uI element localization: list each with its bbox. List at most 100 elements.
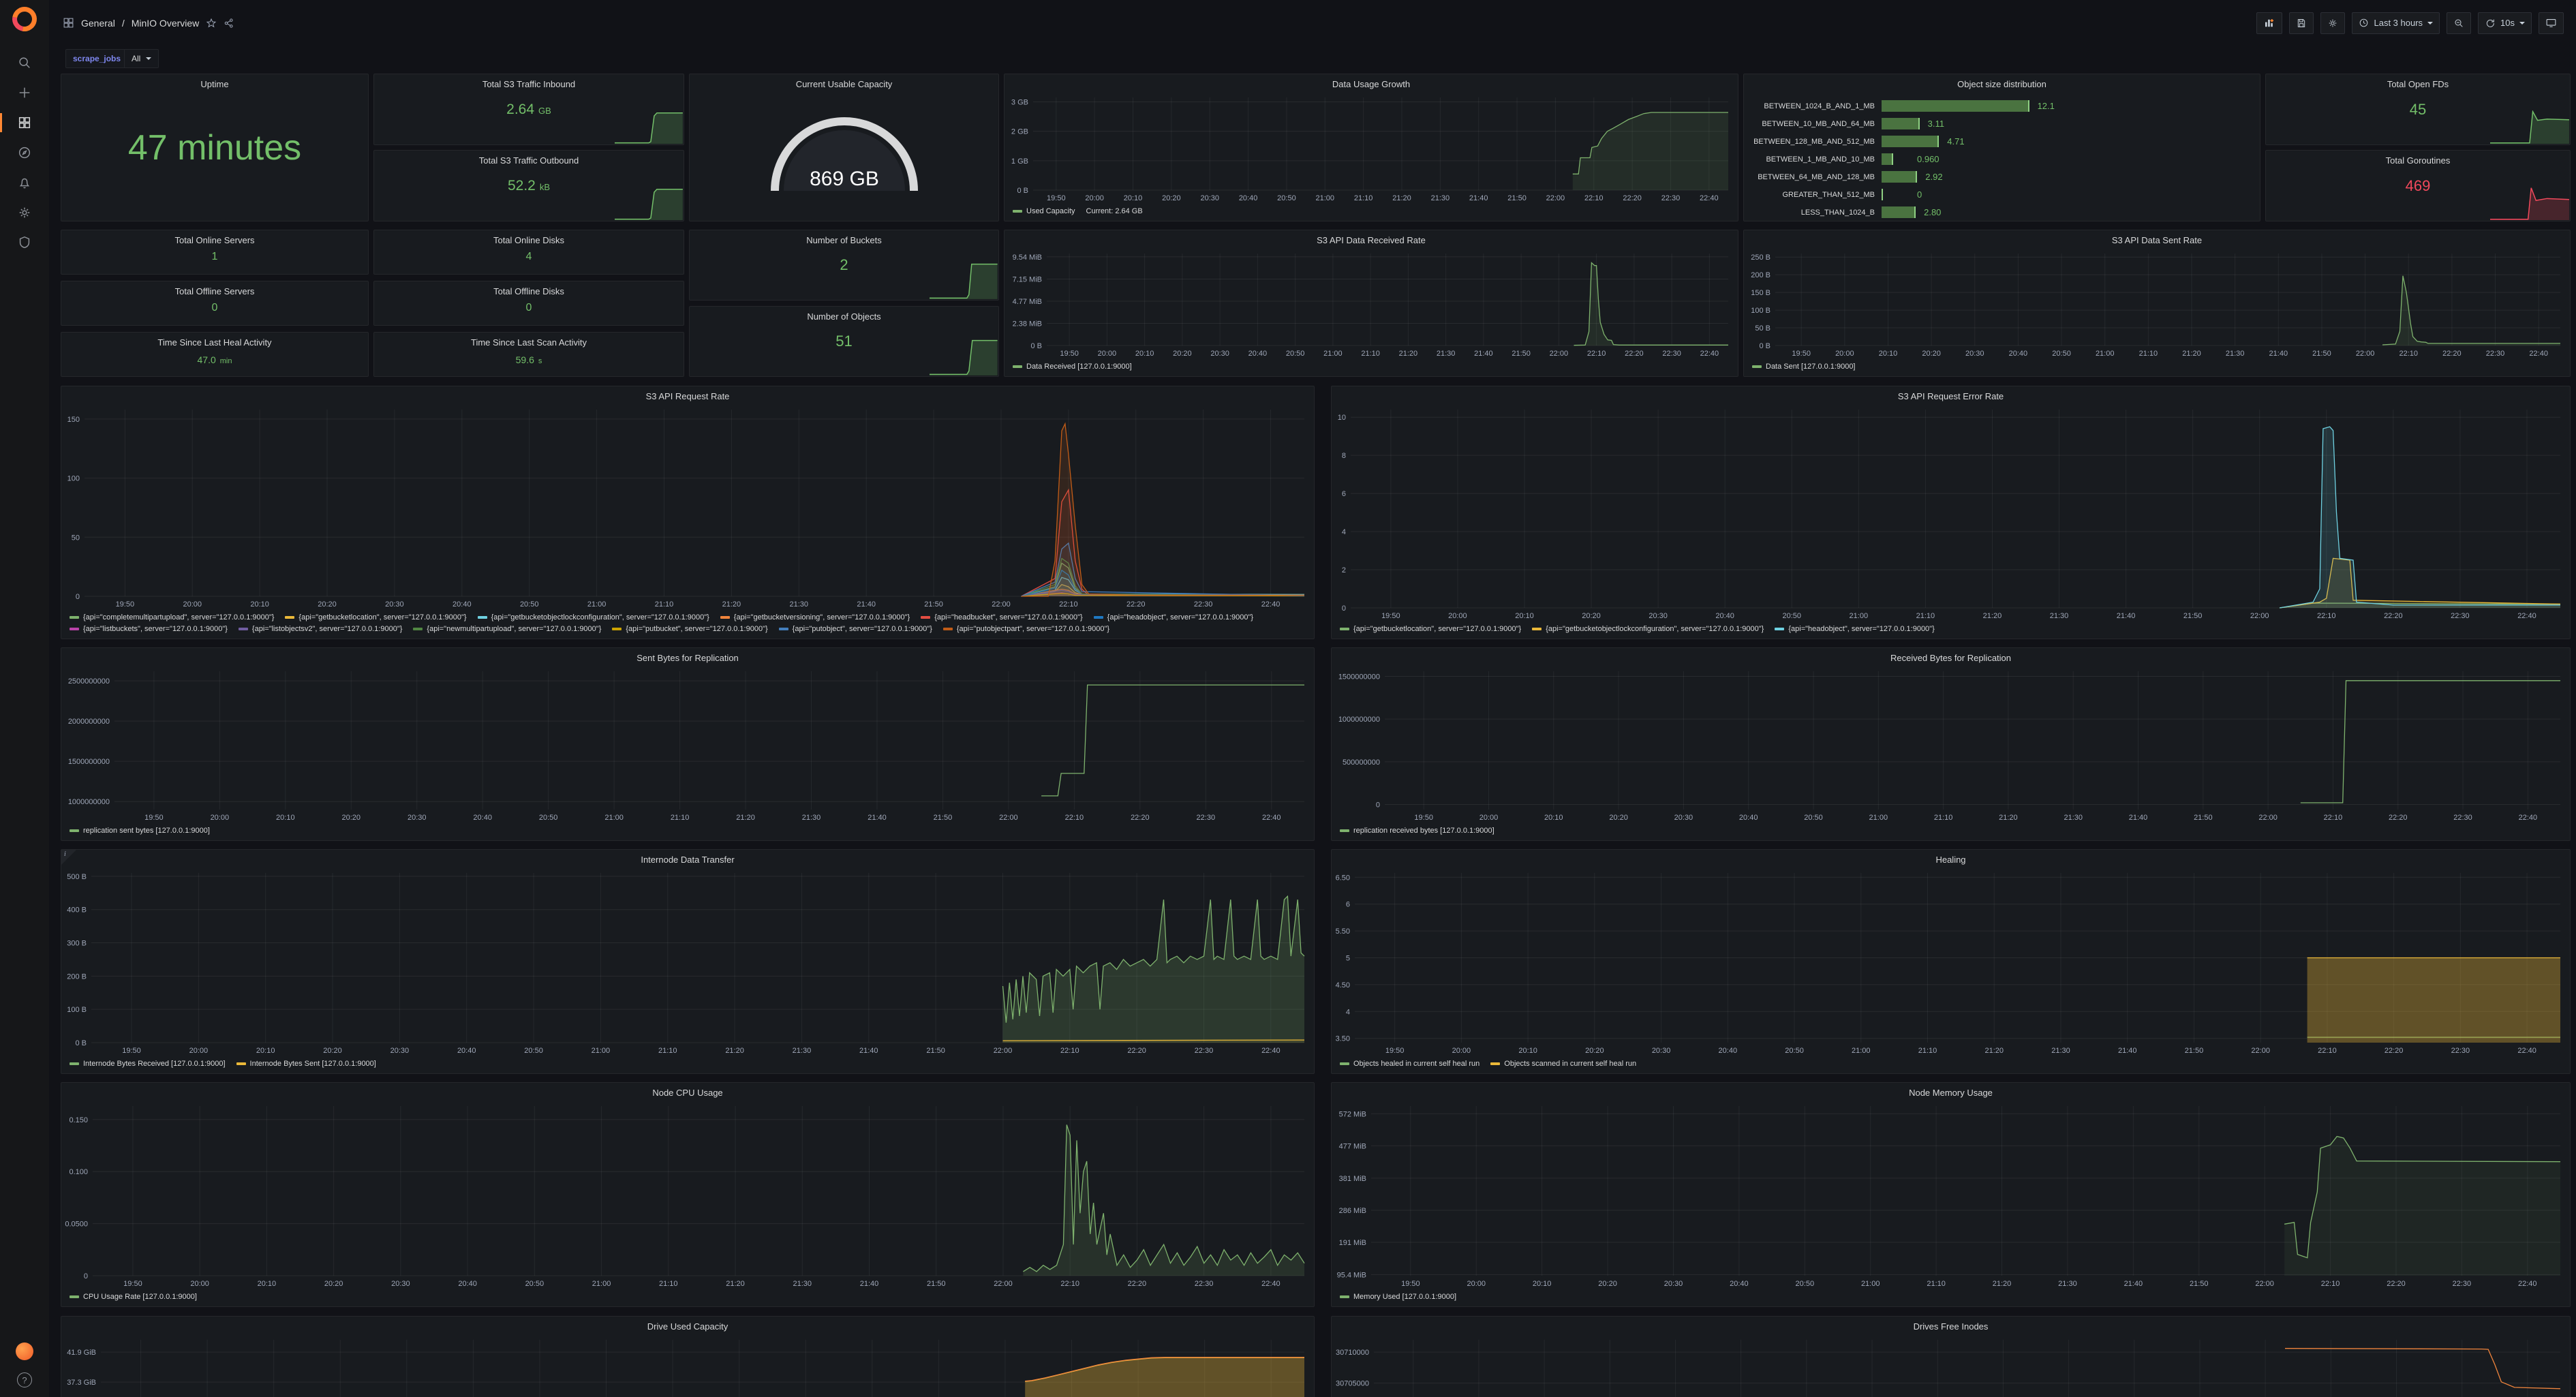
svg-text:22:20: 22:20 (2385, 1047, 2404, 1055)
legend-swatch (70, 1295, 79, 1298)
panel-title[interactable]: Total S3 Traffic Outbound (374, 151, 684, 168)
panel-title[interactable]: Total Offline Disks (374, 281, 684, 299)
panel-title[interactable]: Uptime (61, 74, 368, 92)
panel-title[interactable]: Total Goroutines (2266, 151, 2570, 168)
create-plus-icon[interactable] (0, 85, 49, 101)
panel-title[interactable]: Time Since Last Heal Activity (61, 333, 368, 350)
legend-item[interactable]: CPU Usage Rate [127.0.0.1:9000] (70, 1292, 197, 1302)
panel-title[interactable]: Data Usage Growth (1005, 74, 1738, 92)
legend-item[interactable]: {api="getbucketobjectlockconfiguration",… (1532, 624, 1764, 634)
panel-title[interactable]: S3 API Data Sent Rate (1744, 230, 2570, 248)
svg-text:20:40: 20:40 (1730, 1280, 1749, 1288)
variable-value-dropdown[interactable]: All (124, 49, 159, 68)
legend-item[interactable]: replication sent bytes [127.0.0.1:9000] (70, 826, 210, 835)
refresh-picker[interactable]: 10s (2478, 12, 2532, 34)
help-icon[interactable]: ? (17, 1372, 32, 1387)
svg-text:20:30: 20:30 (408, 814, 427, 822)
sidebar-item-dashboards[interactable] (0, 114, 49, 131)
grafana-logo-icon[interactable] (7, 2, 42, 36)
add-panel-button[interactable] (2256, 12, 2282, 34)
panel-title[interactable]: Healing (1332, 850, 2570, 868)
legend-item[interactable]: replication received bytes [127.0.0.1:90… (1340, 826, 1494, 835)
legend-item[interactable]: {api="headobject", server="127.0.0.1:900… (1775, 624, 1934, 634)
legend-item[interactable]: Internode Bytes Sent [127.0.0.1:9000] (236, 1059, 376, 1069)
legend-item[interactable]: {api="putobject", server="127.0.0.1:9000… (779, 624, 932, 634)
legend-item[interactable]: {api="getbucketlocation", server="127.0.… (285, 613, 466, 622)
time-range-picker[interactable]: Last 3 hours (2352, 12, 2440, 34)
variable-name-chip[interactable]: scrape_jobs (65, 49, 128, 68)
chart-legend: Used CapacityCurrent: 2.64 GB (1005, 205, 1738, 221)
bar-track: 3.11 (1882, 118, 2248, 129)
panel-title[interactable]: Received Bytes for Replication (1332, 648, 2570, 666)
panel-title[interactable]: Node Memory Usage (1332, 1083, 2570, 1101)
legend-item[interactable]: {api="listbuckets", server="127.0.0.1:90… (70, 624, 228, 634)
legend-item[interactable]: {api="headbucket", server="127.0.0.1:900… (921, 613, 1082, 622)
svg-text:21:30: 21:30 (2058, 1280, 2077, 1288)
svg-text:19:50: 19:50 (123, 1280, 142, 1288)
stat-unit: GB (538, 106, 551, 116)
panel-title[interactable]: Time Since Last Scan Activity (374, 333, 684, 350)
legend-item[interactable]: Used CapacityCurrent: 2.64 GB (1013, 206, 1143, 216)
save-dashboard-button[interactable] (2289, 12, 2314, 34)
legend-item[interactable]: {api="putbucket", server="127.0.0.1:9000… (612, 624, 767, 634)
breadcrumb-folder[interactable]: General (81, 18, 115, 29)
legend-item[interactable]: {api="getbucketlocation", server="127.0.… (1340, 624, 1521, 634)
svg-text:21:40: 21:40 (2129, 814, 2148, 822)
panel-title[interactable]: Total Offline Servers (61, 281, 368, 299)
svg-text:20:20: 20:20 (324, 1280, 343, 1288)
star-icon[interactable] (206, 18, 217, 29)
user-avatar[interactable] (16, 1342, 33, 1360)
svg-text:21:00: 21:00 (1852, 1047, 1871, 1055)
dashboard-settings-button[interactable] (2320, 12, 2345, 34)
zoom-out-button[interactable] (2447, 12, 2471, 34)
legend-item[interactable]: {api="putobjectpart", server="127.0.0.1:… (943, 624, 1109, 634)
panel-title[interactable]: Sent Bytes for Replication (61, 648, 1314, 666)
panel-title[interactable]: Drives Free Inodes (1332, 1317, 2570, 1334)
panel-title[interactable]: S3 API Data Received Rate (1005, 230, 1738, 248)
sidebar-item-explore[interactable] (0, 144, 49, 161)
svg-text:20:20: 20:20 (323, 1047, 342, 1055)
sidebar-item-configuration[interactable] (0, 204, 49, 221)
legend-item[interactable]: {api="listobjectsv2", server="127.0.0.1:… (239, 624, 402, 634)
svg-text:21:10: 21:10 (1354, 194, 1373, 202)
panel-title[interactable]: Object size distribution (1744, 74, 2260, 92)
search-icon[interactable] (0, 55, 49, 71)
share-icon[interactable] (224, 18, 234, 29)
svg-text:19:50: 19:50 (1060, 350, 1079, 358)
legend-item[interactable]: {api="getbucketversioning", server="127.… (720, 613, 910, 622)
legend-item[interactable]: Objects scanned in current self heal run (1490, 1059, 1636, 1069)
panel-title[interactable]: Total Open FDs (2266, 74, 2570, 92)
svg-text:8: 8 (1342, 452, 1346, 460)
panel-title[interactable]: Node CPU Usage (61, 1083, 1314, 1101)
panel-title[interactable]: S3 API Request Error Rate (1332, 386, 2570, 404)
panel-info-icon[interactable]: i (61, 850, 76, 865)
legend-item[interactable]: {api="headobject", server="127.0.0.1:900… (1094, 613, 1253, 622)
panel-title[interactable]: Number of Objects (690, 307, 998, 324)
page-title[interactable]: MinIO Overview (132, 18, 200, 29)
panel-title[interactable]: Number of Buckets (690, 230, 998, 248)
kiosk-mode-button[interactable] (2539, 12, 2564, 34)
panel-title[interactable]: Drive Used Capacity (61, 1317, 1314, 1334)
legend-item[interactable]: Internode Bytes Received [127.0.0.1:9000… (70, 1059, 226, 1069)
legend-item[interactable]: {api="newmultipartupload", server="127.0… (413, 624, 601, 634)
sidebar-item-server-admin[interactable] (0, 234, 49, 251)
sidebar-item-alerting[interactable] (0, 174, 49, 191)
legend-item[interactable]: Data Sent [127.0.0.1:9000] (1752, 362, 1856, 371)
bar-fill (1882, 171, 1917, 183)
legend-item[interactable]: {api="getbucketobjectlockconfiguration",… (478, 613, 709, 622)
legend-swatch (70, 1062, 79, 1065)
legend-item[interactable]: Memory Used [127.0.0.1:9000] (1340, 1292, 1456, 1302)
legend-item[interactable]: Objects healed in current self heal run (1340, 1059, 1479, 1069)
legend-swatch (1490, 1062, 1500, 1065)
panel-title[interactable]: Internode Data Transfer (61, 850, 1314, 868)
svg-text:20:00: 20:00 (1448, 612, 1467, 620)
svg-text:20:50: 20:50 (1796, 1280, 1815, 1288)
legend-item[interactable]: {api="completemultipartupload", server="… (70, 613, 274, 622)
panel-title[interactable]: Total S3 Traffic Inbound (374, 74, 684, 92)
panel-title[interactable]: Total Online Servers (61, 230, 368, 248)
panel-title[interactable]: S3 API Request Rate (61, 386, 1314, 404)
svg-text:21:10: 21:10 (1927, 1280, 1946, 1288)
panel-title[interactable]: Total Online Disks (374, 230, 684, 248)
legend-item[interactable]: Data Received [127.0.0.1:9000] (1013, 362, 1132, 371)
grafana-app: ? General / MinIO Overview Last 3 hours (0, 0, 2576, 1397)
